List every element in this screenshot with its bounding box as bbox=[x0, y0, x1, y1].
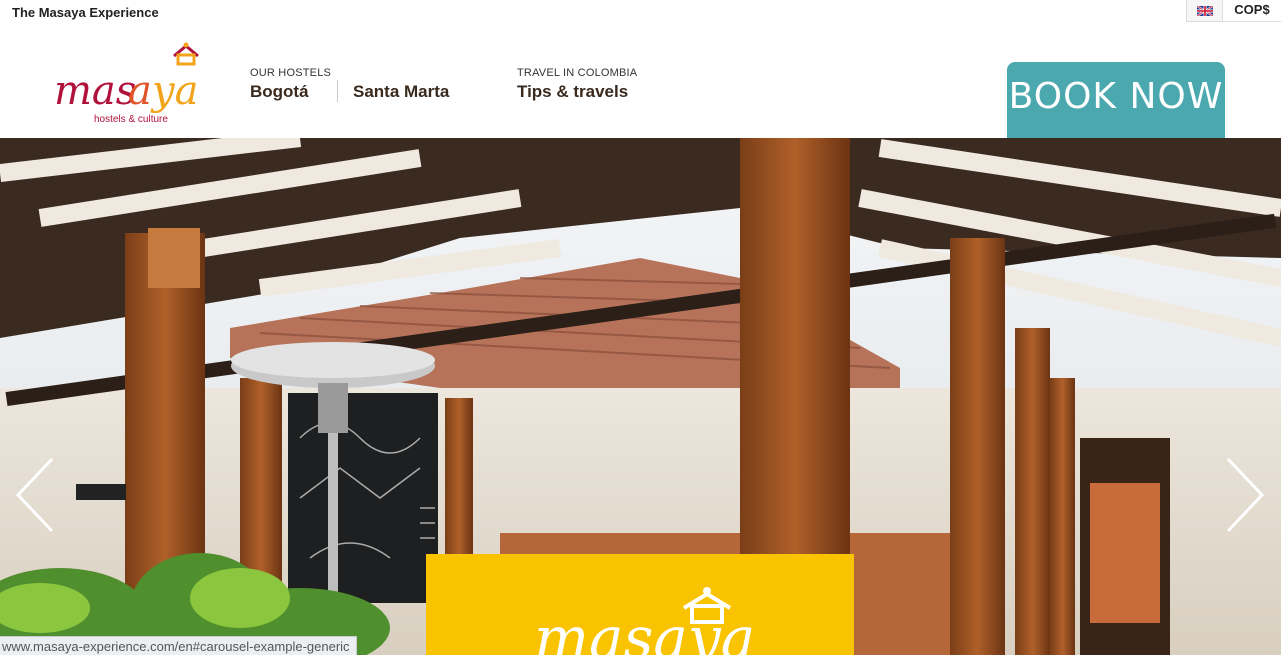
nav-our-hostels-label: OUR HOSTELS bbox=[250, 67, 332, 79]
svg-text:ya: ya bbox=[150, 68, 198, 114]
logo-tagline: hostels & culture bbox=[94, 114, 168, 125]
chevron-left-icon bbox=[15, 457, 54, 533]
svg-text:a: a bbox=[128, 68, 152, 114]
nav-item-bogota[interactable]: Bogotá bbox=[250, 82, 309, 102]
masaya-logo[interactable]: mas a ya hostels & culture bbox=[52, 42, 222, 134]
browser-status-url: www.masaya-experience.com/en#carousel-ex… bbox=[0, 636, 357, 655]
house-icon bbox=[173, 42, 199, 66]
nav-divider bbox=[337, 80, 338, 102]
currency-selector[interactable]: COP$ bbox=[1222, 0, 1281, 22]
header: mas a ya hostels & culture OUR HOSTELS B… bbox=[0, 24, 1281, 138]
nav-travel-label: TRAVEL IN COLOMBIA bbox=[517, 67, 638, 79]
site-name[interactable]: The Masaya Experience bbox=[12, 5, 159, 20]
language-selector[interactable] bbox=[1186, 0, 1222, 22]
svg-text:mas: mas bbox=[54, 68, 136, 114]
promo-logo-box: masaya bbox=[426, 554, 854, 655]
chevron-right-icon bbox=[1226, 457, 1265, 533]
uk-flag-icon bbox=[1197, 6, 1213, 16]
carousel-next-button[interactable] bbox=[1226, 455, 1266, 535]
carousel-prev-button[interactable] bbox=[14, 455, 54, 535]
nav-item-santa-marta[interactable]: Santa Marta bbox=[353, 82, 449, 102]
svg-text:masaya: masaya bbox=[534, 604, 755, 655]
book-now-button[interactable]: BOOK NOW bbox=[1007, 62, 1225, 138]
top-bar: The Masaya Experience COP$ bbox=[0, 0, 1281, 24]
nav-item-tips-travels[interactable]: Tips & travels bbox=[517, 82, 628, 102]
promo-logo: masaya bbox=[534, 587, 755, 655]
